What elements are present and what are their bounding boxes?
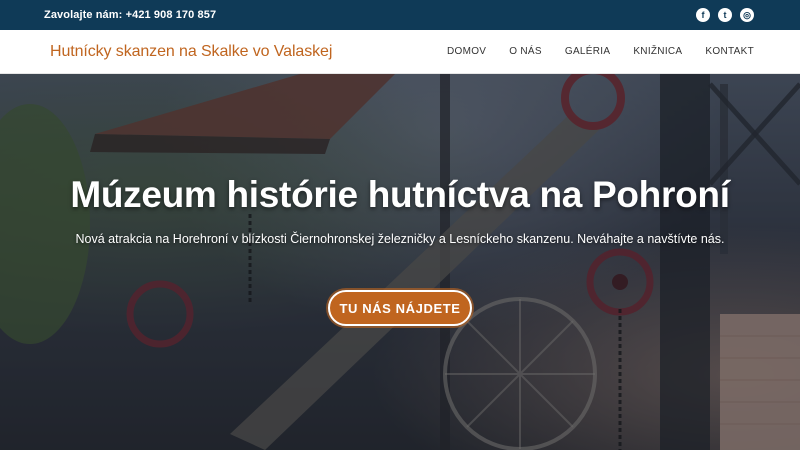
find-us-button[interactable]: TU NÁS NÁJDETE: [328, 290, 472, 326]
main-menu: DOMOV O NÁS GALÉRIA KNIŽNICA KONTAKT: [447, 46, 754, 57]
hero-section: Múzeum histórie hutníctva na Pohroní Nov…: [0, 74, 800, 450]
nav-item-o-nas[interactable]: O NÁS: [509, 46, 542, 57]
hero-subtitle: Nová atrakcia na Horehroní v blízkosti Č…: [75, 232, 725, 246]
instagram-icon[interactable]: ◎: [740, 8, 754, 22]
nav-item-domov[interactable]: DOMOV: [447, 46, 486, 57]
social-links: f t ◎: [696, 8, 754, 22]
site-brand[interactable]: Hutnícky skanzen na Skalke vo Valaskej: [50, 43, 332, 61]
hero-overlay: [0, 74, 800, 450]
phone-contact[interactable]: Zavolajte nám: +421 908 170 857: [44, 9, 216, 21]
nav-item-kniznica[interactable]: KNIŽNICA: [633, 46, 682, 57]
twitter-icon[interactable]: t: [718, 8, 732, 22]
main-navbar: Hutnícky skanzen na Skalke vo Valaskej D…: [0, 30, 800, 74]
top-bar: Zavolajte nám: +421 908 170 857 f t ◎: [0, 0, 800, 30]
facebook-icon[interactable]: f: [696, 8, 710, 22]
hero-title: Múzeum histórie hutníctva na Pohroní: [70, 174, 730, 215]
nav-item-galeria[interactable]: GALÉRIA: [565, 46, 610, 57]
nav-item-kontakt[interactable]: KONTAKT: [705, 46, 754, 57]
